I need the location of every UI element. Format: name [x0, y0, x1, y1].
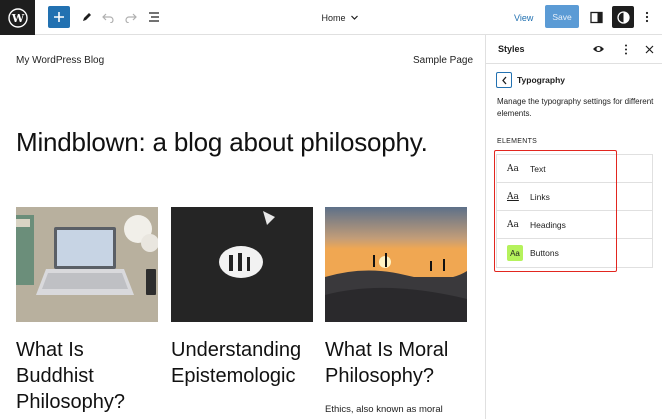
buttons-preview-icon: Aa	[507, 245, 523, 261]
editor-toolbar: W Home View Save	[0, 0, 662, 35]
sidebar-header: Styles	[486, 35, 662, 64]
view-button[interactable]: View	[514, 0, 533, 35]
styles-sidebar: Styles Typography Manage the typography …	[486, 35, 662, 419]
more-options-icon[interactable]	[618, 41, 634, 57]
document-title-dropdown[interactable]: Home	[300, 0, 380, 35]
sidebar-title: Styles	[498, 44, 525, 54]
post-title[interactable]: What Is Buddhist Philosophy?	[16, 337, 161, 415]
post-title[interactable]: Understanding Epistemologic	[171, 337, 316, 389]
save-button[interactable]: Save	[545, 5, 579, 28]
elements-list: Aa Text Aa Links Aa Headings Aa Buttons	[496, 154, 653, 268]
edit-tool-icon[interactable]	[76, 6, 98, 28]
panel-subtitle: Typography	[517, 75, 566, 85]
post-excerpt[interactable]: Ethics, also known as moral	[325, 404, 443, 415]
section-label: ELEMENTS	[497, 138, 538, 145]
undo-icon[interactable]	[97, 6, 119, 28]
page-headline[interactable]: Mindblown: a blog about philosophy.	[16, 127, 428, 158]
element-label: Text	[530, 163, 546, 174]
list-view-icon[interactable]	[143, 6, 165, 28]
more-options-icon[interactable]	[636, 6, 658, 28]
element-item-links[interactable]: Aa Links	[497, 183, 652, 211]
settings-panel-icon[interactable]	[585, 6, 607, 28]
post-title[interactable]: What Is Moral Philosophy?	[325, 337, 475, 389]
editor-canvas[interactable]: My WordPress Blog Sample Page Mindblown:…	[0, 35, 486, 419]
nav-link-sample-page[interactable]: Sample Page	[413, 55, 473, 66]
eye-icon[interactable]	[590, 41, 606, 57]
styles-toggle-button[interactable]	[612, 6, 634, 28]
chevron-left-icon	[501, 76, 506, 84]
element-item-buttons[interactable]: Aa Buttons	[497, 239, 652, 267]
add-block-button[interactable]	[48, 6, 70, 28]
back-button[interactable]	[496, 72, 512, 88]
svg-text:W: W	[10, 12, 24, 25]
redo-icon[interactable]	[120, 6, 142, 28]
site-title[interactable]: My WordPress Blog	[16, 55, 104, 66]
panel-description: Manage the typography settings for diffe…	[497, 97, 654, 118]
element-label: Headings	[530, 219, 566, 230]
wordpress-logo-icon[interactable]: W	[0, 0, 35, 35]
text-preview-icon: Aa	[507, 163, 519, 174]
document-title: Home	[321, 12, 346, 23]
headings-preview-icon: Aa	[507, 219, 519, 230]
element-label: Links	[530, 191, 550, 202]
post-featured-image[interactable]	[171, 207, 313, 322]
element-item-text[interactable]: Aa Text	[497, 155, 652, 183]
close-icon[interactable]	[641, 41, 657, 57]
element-label: Buttons	[530, 248, 559, 258]
post-featured-image[interactable]	[16, 207, 158, 322]
chevron-down-icon	[350, 15, 358, 20]
element-item-headings[interactable]: Aa Headings	[497, 211, 652, 239]
post-featured-image[interactable]	[325, 207, 467, 322]
links-preview-icon: Aa	[507, 191, 519, 202]
